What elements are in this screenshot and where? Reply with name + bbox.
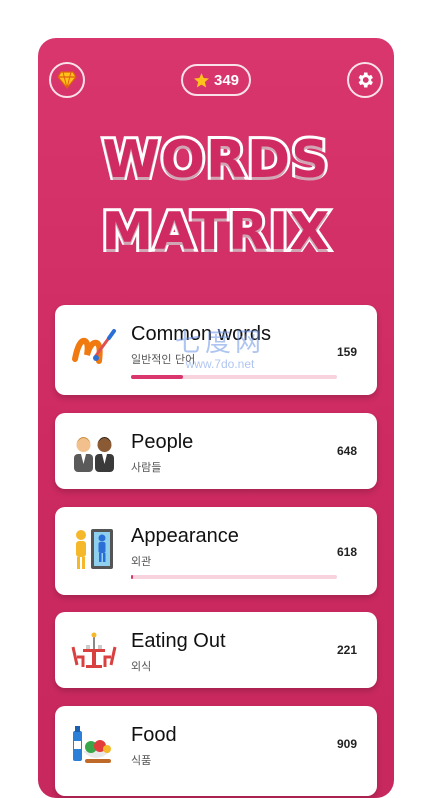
category-subtitle: 외관 [131, 555, 152, 568]
stars-count: 349 [213, 71, 240, 89]
people-icon [71, 428, 117, 474]
category-card-appearance[interactable]: Appearance 외관 618 [55, 507, 377, 595]
progress-bar [131, 375, 337, 379]
category-count: 618 [336, 545, 357, 559]
dining-table-icon [71, 627, 117, 673]
category-count: 648 [336, 444, 357, 458]
gems-button[interactable] [49, 62, 85, 98]
category-title: Food [131, 724, 177, 746]
category-subtitle: 사람들 [131, 461, 162, 474]
app-screen: 349 WORDS MATRIX Common words 일반적인 단어 15… [38, 38, 394, 798]
stars-counter[interactable]: 349 [181, 64, 251, 96]
category-card-people[interactable]: People 사람들 648 [55, 413, 377, 489]
logo-matrix: MATRIX [99, 199, 333, 265]
category-title: Common words [131, 323, 272, 345]
logo-words: WORDS [99, 127, 331, 193]
star-icon [194, 72, 209, 87]
category-card-eating-out[interactable]: Eating Out 외식 221 [55, 612, 377, 688]
category-card-common-words[interactable]: Common words 일반적인 단어 159 [55, 305, 377, 395]
mirror-icon [71, 527, 117, 573]
category-card-food[interactable]: Food 식품 909 [55, 706, 377, 796]
category-subtitle: 일반적인 단어 [131, 353, 196, 366]
category-title: People [131, 431, 194, 453]
progress-bar [131, 575, 337, 579]
category-count: 159 [336, 345, 357, 359]
category-subtitle: 식품 [131, 754, 152, 767]
settings-button[interactable] [347, 62, 383, 98]
paintbrush-icon [71, 327, 117, 373]
category-title: Eating Out [131, 630, 226, 652]
category-count: 221 [336, 643, 357, 657]
category-title: Appearance [131, 525, 239, 547]
diamond-icon [57, 71, 77, 89]
progress-fill [131, 375, 183, 379]
category-subtitle: 외식 [131, 660, 152, 673]
category-count: 909 [336, 737, 357, 751]
groceries-icon [71, 721, 117, 767]
progress-fill [131, 575, 134, 579]
gear-icon [358, 72, 373, 88]
